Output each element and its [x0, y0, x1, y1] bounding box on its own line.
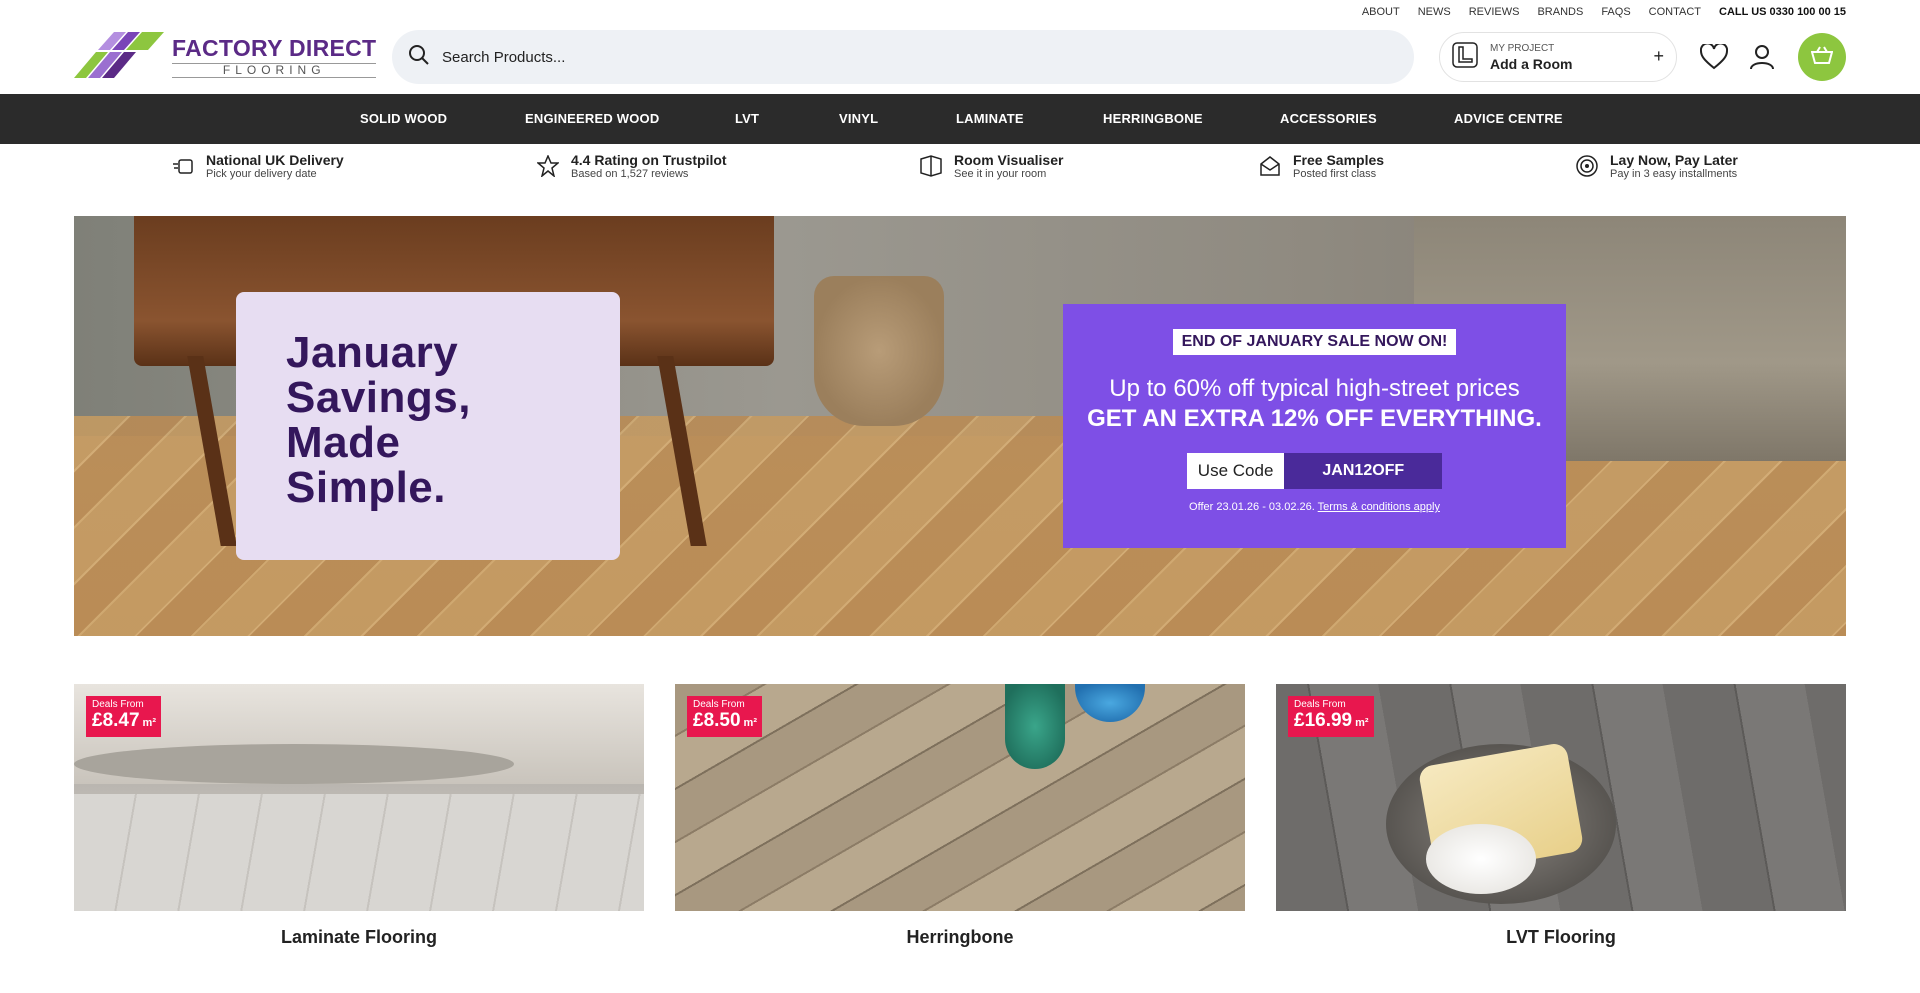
deal-price: £8.47 — [92, 710, 140, 731]
deal-badge: Deals From £16.99 m² — [1288, 696, 1374, 737]
account-icon[interactable] — [1747, 42, 1777, 72]
deal-label: Deals From — [693, 699, 745, 710]
deal-unit: m² — [142, 717, 156, 729]
use-code-label: Use Code — [1186, 453, 1285, 489]
usp-delivery[interactable]: National UK Delivery Pick your delivery d… — [170, 152, 344, 180]
project-action: Add a Room — [1490, 55, 1573, 72]
usp-title: 4.4 Rating on Trustpilot — [571, 152, 727, 168]
room-visualiser-icon — [918, 153, 944, 179]
promo-code-value[interactable]: JAN12OFF — [1284, 453, 1443, 489]
nav-accessories[interactable]: ACCESSORIES — [1280, 111, 1377, 126]
samples-icon — [1257, 153, 1283, 179]
nav-solid-wood[interactable]: SOLID WOOD — [360, 111, 447, 126]
star-icon — [535, 153, 561, 179]
category-name[interactable]: LVT Flooring — [1276, 927, 1846, 948]
deal-label: Deals From — [92, 699, 144, 710]
deal-badge: Deals From £8.47 m² — [86, 696, 161, 737]
usp-subtitle: Pay in 3 easy installments — [1610, 168, 1738, 180]
usp-title: Room Visualiser — [954, 152, 1064, 168]
category-name[interactable]: Herringbone — [675, 927, 1245, 948]
hero-headline: January Savings, Made Simple. — [286, 328, 471, 512]
deal-unit: m² — [743, 717, 757, 729]
category-name[interactable]: Laminate Flooring — [74, 927, 644, 948]
deal-price: £16.99 — [1294, 710, 1353, 731]
search-bar — [392, 30, 1414, 84]
laminate-image[interactable]: Deals From £8.47 m² — [74, 684, 644, 911]
category-card-laminate[interactable]: Deals From £8.47 m² Laminate Flooring — [74, 684, 644, 948]
search-icon[interactable] — [408, 44, 430, 71]
call-us-link[interactable]: CALL US 0330 100 00 15 — [1719, 6, 1846, 18]
hero-plant-basket-image — [814, 276, 944, 426]
main-nav: SOLID WOOD ENGINEERED WOOD LVT VINYL LAM… — [0, 94, 1920, 144]
usp-title: Lay Now, Pay Later — [1610, 152, 1738, 168]
pay-later-icon — [1574, 153, 1600, 179]
deal-badge: Deals From £8.50 m² — [687, 696, 762, 737]
nav-advice-centre[interactable]: ADVICE CENTRE — [1454, 111, 1563, 126]
utility-link-contact[interactable]: CONTACT — [1649, 6, 1701, 18]
nav-lvt[interactable]: LVT — [735, 111, 759, 126]
usp-free-samples[interactable]: Free Samples Posted first class — [1257, 152, 1384, 180]
usp-subtitle: Based on 1,527 reviews — [571, 168, 689, 180]
terms-link[interactable]: Terms & conditions apply — [1318, 501, 1440, 513]
basket-button[interactable] — [1798, 33, 1846, 81]
usp-pay-later[interactable]: Lay Now, Pay Later Pay in 3 easy installm… — [1574, 152, 1738, 180]
usp-room-visualiser[interactable]: Room Visualiser See it in your room — [918, 152, 1063, 180]
category-card-lvt[interactable]: Deals From £16.99 m² LVT Flooring — [1276, 684, 1846, 948]
promo-box: END OF JANUARY SALE NOW ON! Up to 60% of… — [1063, 304, 1566, 548]
hero-headline-card: January Savings, Made Simple. — [236, 292, 620, 560]
promo-line1: Up to 60% off typical high-street prices — [1109, 375, 1520, 402]
deal-price: £8.50 — [693, 710, 741, 731]
search-input[interactable] — [442, 48, 1342, 66]
usp-title: Free Samples — [1293, 152, 1385, 168]
offer-terms: Offer 23.01.26 - 03.02.26. Terms & condi… — [1063, 501, 1566, 513]
utility-link-reviews[interactable]: REVIEWS — [1469, 6, 1520, 18]
utility-link-faqs[interactable]: FAQS — [1601, 6, 1630, 18]
nav-laminate[interactable]: LAMINATE — [956, 111, 1024, 126]
plus-icon: + — [1653, 46, 1664, 66]
sale-badge: END OF JANUARY SALE NOW ON! — [1172, 329, 1457, 355]
lvt-image[interactable]: Deals From £16.99 m² — [1276, 684, 1846, 911]
usp-trustpilot[interactable]: 4.4 Rating on Trustpilot Based on 1,527 r… — [535, 152, 727, 180]
page: ABOUT NEWS REVIEWS BRANDS FAQS CONTACT C… — [0, 0, 1920, 993]
heart-icon[interactable] — [1699, 42, 1729, 72]
basket-icon — [1810, 45, 1834, 69]
usp-subtitle: Posted first class — [1293, 168, 1377, 180]
site-logo[interactable]: FACTORY DIRECT FLOORING — [74, 30, 377, 82]
category-card-herringbone[interactable]: Deals From £8.50 m² Herringbone — [675, 684, 1245, 948]
usp-subtitle: Pick your delivery date — [206, 168, 317, 180]
nav-vinyl[interactable]: VINYL — [839, 111, 878, 126]
delivery-icon — [170, 153, 196, 179]
utility-link-brands[interactable]: BRANDS — [1537, 6, 1583, 18]
utility-link-about[interactable]: ABOUT — [1362, 6, 1400, 18]
utility-link-news[interactable]: NEWS — [1418, 6, 1451, 18]
my-project-button[interactable]: MY PROJECT Add a Room + — [1439, 32, 1677, 82]
utility-bar: ABOUT NEWS REVIEWS BRANDS FAQS CONTACT C… — [1362, 0, 1846, 24]
project-label: MY PROJECT — [1490, 42, 1555, 54]
room-icon — [1452, 41, 1478, 73]
logo-line1: FACTORY DIRECT — [172, 34, 377, 61]
nav-herringbone[interactable]: HERRINGBONE — [1103, 111, 1203, 126]
promo-line2: GET AN EXTRA 12% OFF EVERYTHING. — [1087, 405, 1542, 432]
usp-subtitle: See it in your room — [954, 168, 1047, 180]
logo-mark-icon — [74, 30, 164, 82]
logo-line2: FLOORING — [172, 62, 377, 78]
hero-banner[interactable]: January Savings, Made Simple. END OF JAN… — [74, 216, 1846, 636]
herringbone-image[interactable]: Deals From £8.50 m² — [675, 684, 1245, 911]
promo-code[interactable]: Use Code JAN12OFF — [1186, 453, 1443, 489]
deal-unit: m² — [1355, 717, 1369, 729]
nav-engineered-wood[interactable]: ENGINEERED WOOD — [525, 111, 659, 126]
usp-title: National UK Delivery — [206, 152, 344, 168]
offer-dates: Offer 23.01.26 - 03.02.26. — [1189, 501, 1315, 513]
deal-label: Deals From — [1294, 699, 1346, 710]
